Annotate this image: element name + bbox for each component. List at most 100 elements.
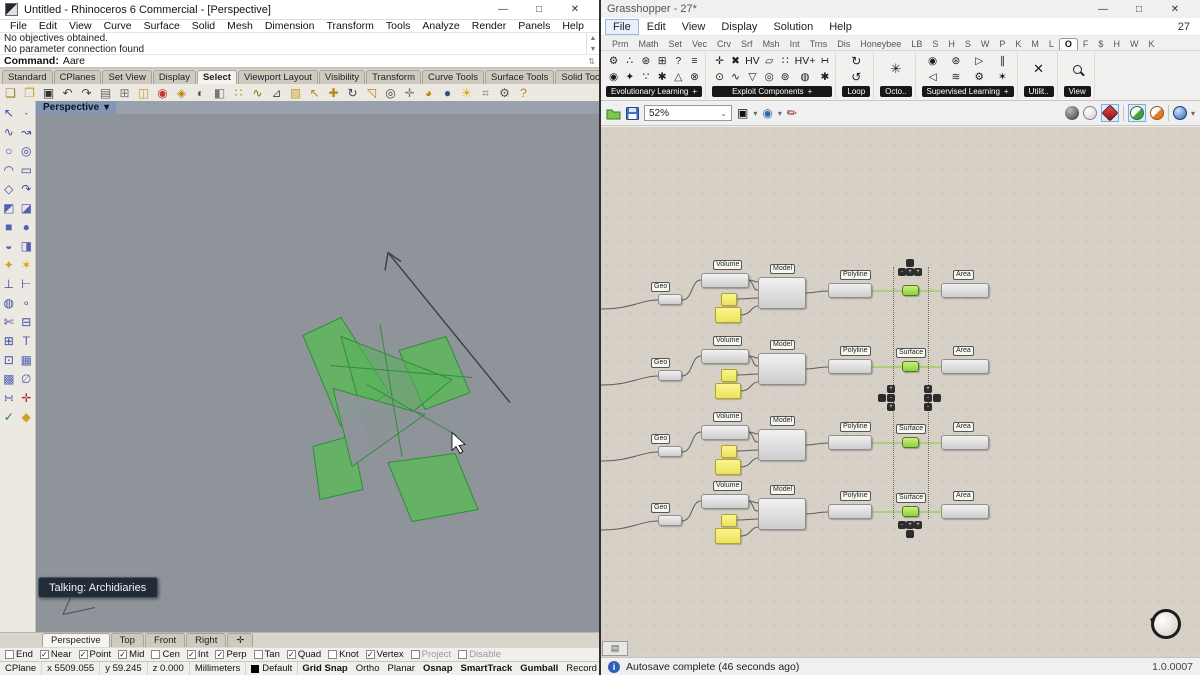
status-field[interactable]: Default xyxy=(246,662,298,675)
hv-icon[interactable]: HV xyxy=(745,55,760,67)
value-button[interactable]: + xyxy=(906,521,914,529)
status-field[interactable]: x 5509.055 xyxy=(42,662,100,675)
component-tab[interactable]: F xyxy=(1078,39,1094,50)
grasshopper-canvas[interactable]: Geo Volume Model Polyline - + + Area Geo… xyxy=(601,127,1200,657)
side-button[interactable] xyxy=(933,394,941,402)
hatch-surface-icon[interactable]: ▦ xyxy=(18,350,36,369)
checkbox[interactable] xyxy=(215,650,224,659)
magnifier-icon[interactable] xyxy=(1073,65,1082,74)
osnap-option[interactable]: Project xyxy=(411,649,452,660)
toolbar-tab[interactable]: Set View xyxy=(102,70,151,84)
lock-icon[interactable]: ◧ xyxy=(212,85,227,101)
panel-node[interactable] xyxy=(715,528,741,544)
plus-button[interactable]: + xyxy=(914,521,922,529)
input-node[interactable] xyxy=(658,515,682,526)
canvas-compass[interactable] xyxy=(1151,609,1181,639)
maximize-button[interactable]: □ xyxy=(528,4,550,15)
menu-item[interactable]: Solution xyxy=(765,19,821,35)
chamfer-icon[interactable]: ⊢ xyxy=(18,274,36,293)
polyline-node[interactable] xyxy=(828,504,872,519)
plane-icon[interactable]: ▱ xyxy=(763,55,776,67)
kernel-icon[interactable]: ⊛ xyxy=(949,55,962,67)
component-tab[interactable]: M xyxy=(1026,39,1044,50)
menu-item[interactable]: Edit xyxy=(639,19,674,35)
component-tab[interactable]: LB xyxy=(906,39,927,50)
blend-icon[interactable]: ◍ xyxy=(0,293,18,312)
checkbox[interactable] xyxy=(328,650,337,659)
boolean-icon[interactable]: ✦ xyxy=(0,255,18,274)
minus-button[interactable]: - xyxy=(898,521,906,529)
checkbox[interactable] xyxy=(118,650,127,659)
rectangle-icon[interactable]: ▭ xyxy=(18,160,36,179)
menu-item[interactable]: View xyxy=(63,20,98,32)
join-icon[interactable]: ⊞ xyxy=(0,331,18,350)
scale-icon[interactable]: ◹ xyxy=(364,85,379,101)
component-tab[interactable]: S xyxy=(960,39,976,50)
chevron-down-icon[interactable]: ▾ xyxy=(753,109,757,118)
canvas-widget-button[interactable]: ▤ xyxy=(602,641,628,656)
component-tab[interactable]: $ xyxy=(1093,39,1108,50)
waves-icon[interactable]: ≋ xyxy=(949,71,962,83)
checkbox[interactable] xyxy=(411,650,420,659)
panel-node[interactable] xyxy=(715,383,741,399)
viewport-tab[interactable]: Top xyxy=(111,633,144,647)
checkbox[interactable] xyxy=(151,650,160,659)
menu-item[interactable]: Edit xyxy=(33,20,63,32)
shade-icon[interactable]: ◕ xyxy=(421,85,436,101)
octopus-icon[interactable]: ✦ xyxy=(623,71,636,83)
toolbar-tab[interactable]: Transform xyxy=(366,70,421,84)
menu-item[interactable]: View xyxy=(674,19,714,35)
component-tab[interactable]: Msh xyxy=(758,39,785,50)
toolbar-tab[interactable]: Viewport Layout xyxy=(238,70,318,84)
octopus-solver-icon[interactable]: ✳ xyxy=(889,61,902,77)
gene-pool-icon[interactable]: ⊛ xyxy=(639,55,652,67)
hatch-icon[interactable]: ▨ xyxy=(288,85,303,101)
gumball-icon[interactable]: ✛ xyxy=(18,388,36,407)
toolbar-tab[interactable]: Surface Tools xyxy=(485,70,554,84)
utility-icon[interactable]: ✕ xyxy=(1032,61,1045,77)
curve-tools-icon[interactable]: ∿ xyxy=(250,85,265,101)
list-icon[interactable]: ≡ xyxy=(688,55,701,67)
group-label[interactable]: View xyxy=(1064,86,1091,97)
menu-item[interactable]: Tools xyxy=(380,20,417,32)
burst-icon[interactable]: ✱ xyxy=(818,71,831,83)
menu-item[interactable]: Panels xyxy=(512,20,556,32)
offset-icon[interactable]: ∘ xyxy=(18,293,36,312)
trim-icon[interactable]: ✄ xyxy=(0,312,18,331)
hv-plus-icon[interactable]: HV+ xyxy=(795,55,816,67)
selected-red-gem[interactable] xyxy=(1101,104,1119,122)
redo-icon[interactable]: ↷ xyxy=(79,85,94,101)
component-tab[interactable]: L xyxy=(1044,39,1059,50)
command-history-scrollbar[interactable]: ▲▼ xyxy=(586,33,599,54)
component-tab[interactable]: K xyxy=(1010,39,1026,50)
component-tab[interactable]: Vec xyxy=(687,39,712,50)
check-icon[interactable]: ✓ xyxy=(0,407,18,426)
value-button[interactable]: - xyxy=(924,394,932,402)
move-icon[interactable]: ✚ xyxy=(326,85,341,101)
help-icon[interactable]: ? xyxy=(516,85,531,101)
component-tab[interactable]: Set xyxy=(664,39,688,50)
checkbox[interactable] xyxy=(254,650,263,659)
ring-icon[interactable]: ◎ xyxy=(763,71,776,83)
proportion-icon[interactable]: ∺ xyxy=(818,55,831,67)
chevron-down-icon[interactable]: ▾ xyxy=(1191,109,1195,118)
minimize-button[interactable]: — xyxy=(1092,4,1114,15)
toolbar-tab[interactable]: Curve Tools xyxy=(422,70,484,84)
plus-button[interactable]: + xyxy=(887,385,895,393)
control-point-curve-icon[interactable]: ∿ xyxy=(0,122,18,141)
area-node[interactable] xyxy=(941,359,989,374)
menu-item[interactable]: Display xyxy=(713,19,765,35)
minimize-button[interactable]: — xyxy=(492,4,514,15)
input-node[interactable] xyxy=(658,446,682,457)
points-icon[interactable]: ∷ xyxy=(779,55,792,67)
volume-node[interactable] xyxy=(701,349,749,364)
points-on-icon[interactable]: ∷ xyxy=(231,85,246,101)
selected-preview-mode[interactable] xyxy=(1128,104,1146,122)
minus-button[interactable]: - xyxy=(898,268,906,276)
toolbar-tab[interactable]: Display xyxy=(153,70,196,84)
panel-node[interactable] xyxy=(715,307,741,323)
menu-item[interactable]: Solid xyxy=(186,20,221,32)
curve-handles-icon[interactable]: ↝ xyxy=(18,122,36,141)
arc-icon[interactable]: ◠ xyxy=(0,160,18,179)
open-file-icon[interactable] xyxy=(606,107,621,120)
